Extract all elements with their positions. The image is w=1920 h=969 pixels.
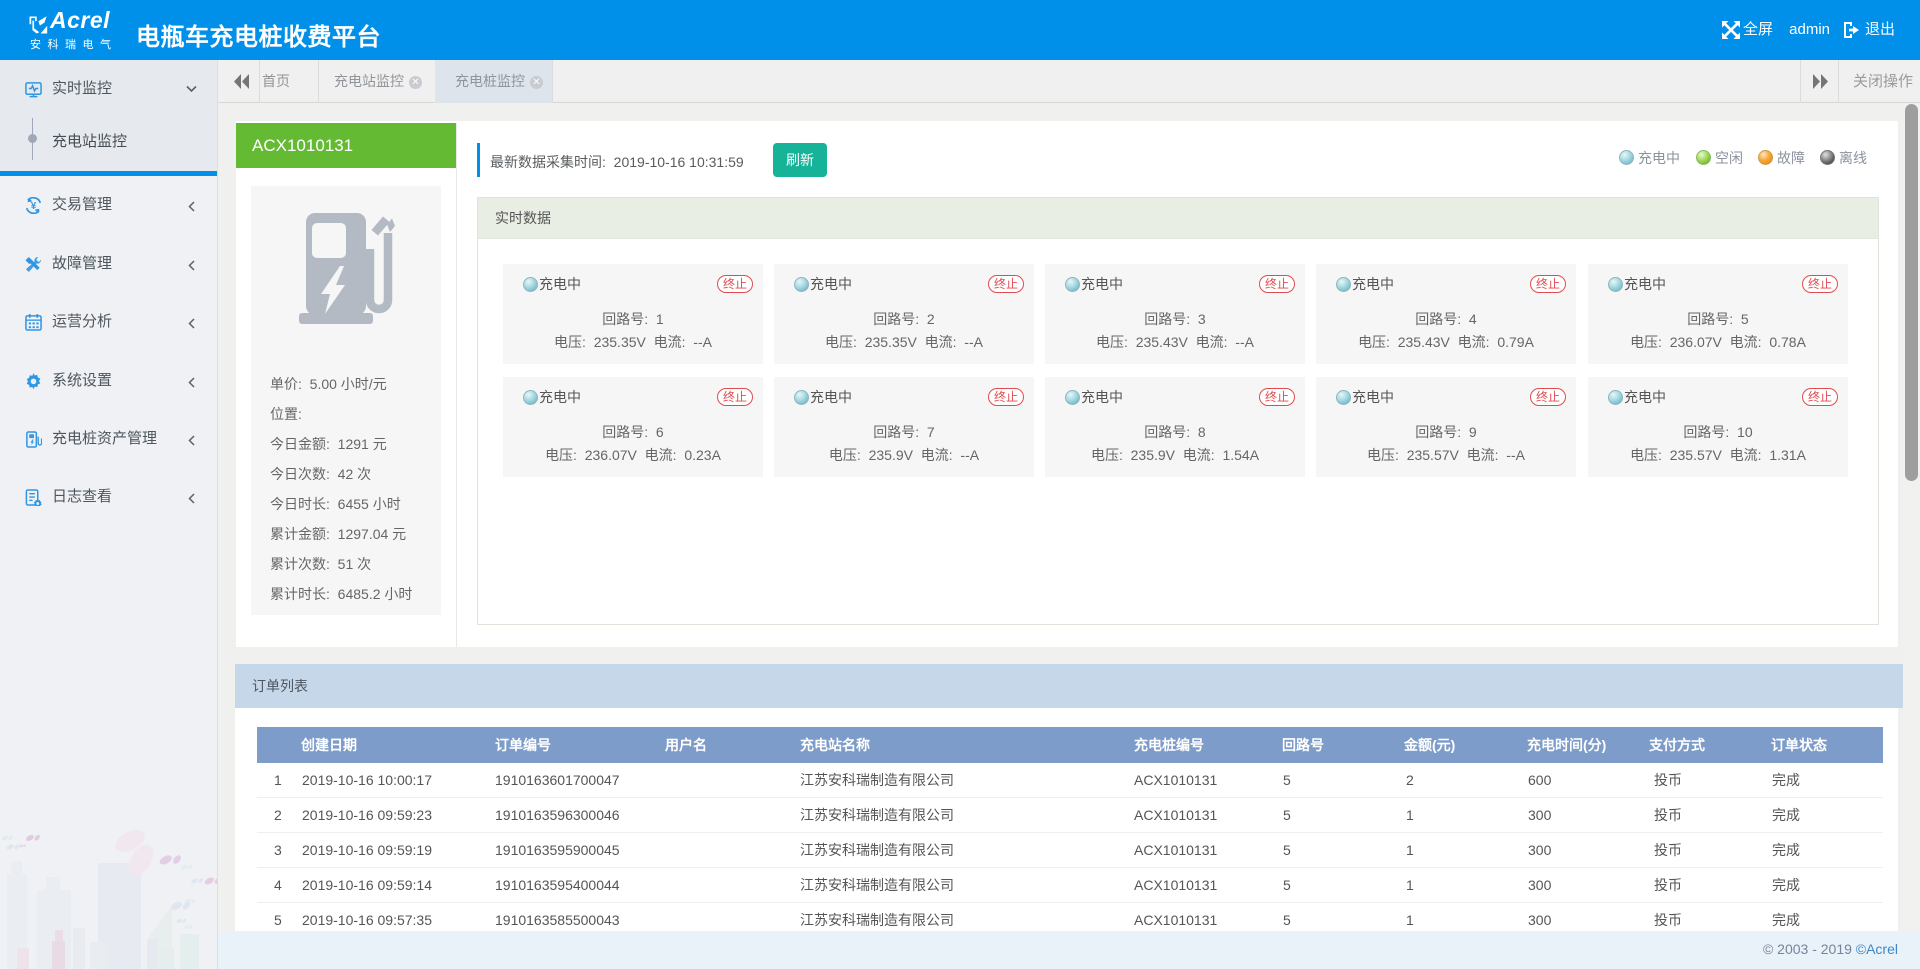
svg-text:¥: ¥ xyxy=(31,201,37,212)
